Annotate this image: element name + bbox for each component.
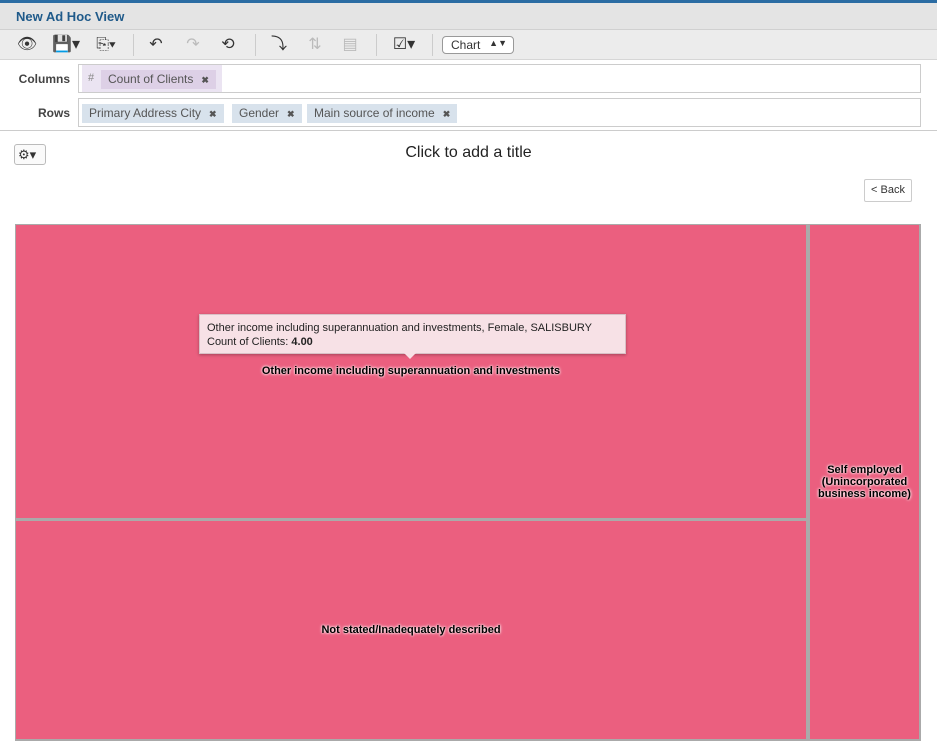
divider xyxy=(255,34,256,56)
treemap-cell[interactable]: Other income including superannuation an… xyxy=(16,225,806,518)
save-icon[interactable]: 💾▾ xyxy=(50,35,82,55)
remove-icon[interactable]: ✖ xyxy=(443,109,451,119)
chart-title[interactable]: Click to add a title xyxy=(0,144,937,162)
title-bar: New Ad Hoc View xyxy=(0,3,937,30)
cell-label: Other income including superannuation an… xyxy=(261,365,561,377)
eye-icon[interactable]: 👁 xyxy=(14,35,40,55)
redo-icon[interactable]: ↷ xyxy=(182,35,204,55)
reset-icon[interactable]: ⟲ xyxy=(217,35,239,55)
layout-icon[interactable]: ▤ xyxy=(338,35,362,55)
back-button[interactable]: < Back xyxy=(864,179,912,202)
window-title: New Ad Hoc View xyxy=(16,9,125,24)
divider xyxy=(133,34,134,56)
treemap-cell[interactable]: Self employed (Unincorporated business i… xyxy=(810,225,919,739)
field-label: Count of Clients xyxy=(108,72,194,86)
row-field-pill[interactable]: Main source of income ✖ xyxy=(307,104,458,123)
tooltip: Other income including superannuation an… xyxy=(199,314,626,359)
tooltip-title: Other income including superannuation an… xyxy=(207,322,593,334)
rows-drop-zone[interactable]: Primary Address City ✖ Gender ✖ Main sourc… xyxy=(78,98,921,127)
treemap-chart: Other income including superannuation an… xyxy=(15,224,921,741)
remove-icon[interactable]: ✖ xyxy=(209,109,217,119)
remove-icon[interactable]: ✖ xyxy=(287,109,295,119)
options-checklist-icon[interactable]: ☑▾ xyxy=(388,35,420,55)
tooltip-measure-label: Count of Clients: xyxy=(207,336,289,348)
view-type-value: Chart xyxy=(451,38,481,52)
field-label: Gender xyxy=(239,106,280,120)
divider xyxy=(0,130,937,131)
divider xyxy=(432,34,433,56)
hash-icon: # xyxy=(88,72,95,84)
tooltip-measure-value: 4.00 xyxy=(291,336,313,348)
column-field-pill[interactable]: Count of Clients ✖ xyxy=(101,70,216,89)
remove-icon[interactable]: ✖ xyxy=(201,75,209,85)
undo-icon[interactable]: ↶ xyxy=(145,35,167,55)
treemap-cell[interactable]: Not stated/Inadequately described xyxy=(16,521,806,739)
export-icon[interactable]: ⎘▾ xyxy=(90,35,122,55)
rows-label: Rows xyxy=(37,106,70,120)
sort-icon[interactable]: ⇅ xyxy=(303,35,327,55)
select-arrows-icon: ▲▼ xyxy=(489,38,507,48)
pivot-icon[interactable]: ⤵ xyxy=(267,35,291,55)
toolbar: 👁 💾▾ ⎘▾ ↶ ↷ ⟲ ⤵ ⇅ ▤ ☑▾ Chart ▲▼ xyxy=(0,30,937,60)
divider xyxy=(376,34,377,56)
columns-drop-zone[interactable]: # Count of Clients ✖ xyxy=(78,64,921,93)
row-field-pill[interactable]: Gender ✖ xyxy=(232,104,302,123)
row-field-pill[interactable]: Primary Address City ✖ xyxy=(82,104,224,123)
cell-label: Self employed (Unincorporated business i… xyxy=(818,464,911,500)
field-label: Main source of income xyxy=(314,106,435,120)
columns-label: Columns xyxy=(18,72,70,86)
cell-label: Not stated/Inadequately described xyxy=(321,624,501,636)
field-label: Primary Address City xyxy=(89,106,202,120)
view-type-select[interactable]: Chart ▲▼ xyxy=(442,36,514,54)
